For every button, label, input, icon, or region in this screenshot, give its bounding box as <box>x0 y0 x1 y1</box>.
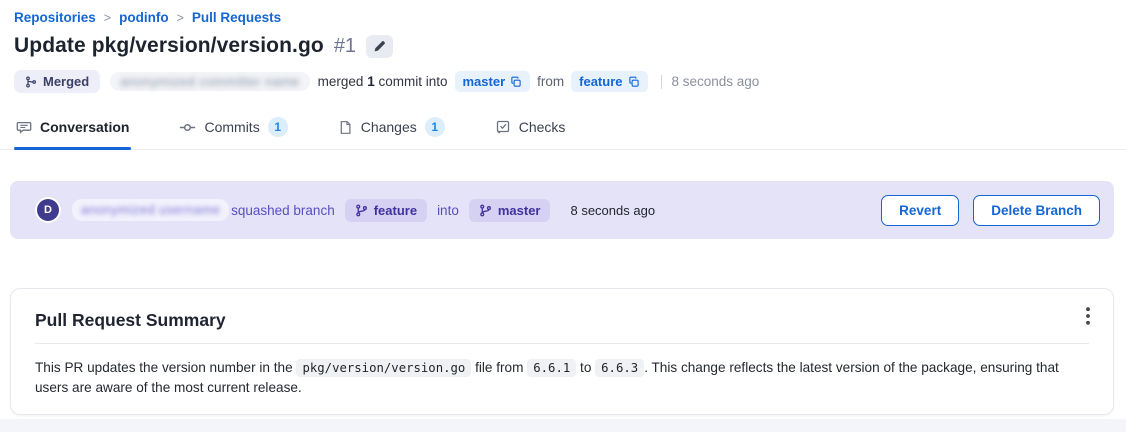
revert-button[interactable]: Revert <box>881 195 959 226</box>
card-menu-button[interactable] <box>1075 303 1101 329</box>
title-row: Update pkg/version/version.go #1 <box>14 34 1112 58</box>
git-merge-icon <box>25 76 37 88</box>
breadcrumb-repositories[interactable]: Repositories <box>14 10 96 25</box>
breadcrumb-pull-requests[interactable]: Pull Requests <box>192 10 281 25</box>
git-branch-icon <box>355 204 368 217</box>
copy-icon[interactable] <box>628 76 640 88</box>
tab-changes[interactable]: Changes 1 <box>336 110 447 149</box>
breadcrumb-separator: > <box>104 11 111 25</box>
changes-count-badge: 1 <box>425 117 445 137</box>
breadcrumb: Repositories > podinfo > Pull Requests <box>14 10 1112 25</box>
pr-meta-row: Merged anonymized committer name merged … <box>14 70 1112 93</box>
git-branch-icon <box>479 204 492 217</box>
page-header: Repositories > podinfo > Pull Requests U… <box>0 0 1126 93</box>
pr-number: #1 <box>334 35 356 58</box>
commit-count: 1 <box>367 74 375 89</box>
page-bottom-strip <box>0 419 1126 432</box>
merged-status-label: Merged <box>43 74 89 89</box>
comment-icon <box>16 119 32 135</box>
divider <box>661 75 662 89</box>
breadcrumb-podinfo[interactable]: podinfo <box>119 10 168 25</box>
checklist-icon <box>495 119 511 135</box>
banner-buttons: Revert Delete Branch <box>881 195 1100 226</box>
target-branch-label: master <box>463 74 506 89</box>
banner-target-branch-label: master <box>498 203 541 218</box>
merge-description: merged 1 commit into <box>318 74 448 89</box>
copy-icon[interactable] <box>510 76 522 88</box>
commits-count-badge: 1 <box>268 117 288 137</box>
summary-card-title: Pull Request Summary <box>35 309 1089 331</box>
merge-timestamp: 8 seconds ago <box>672 74 760 89</box>
pencil-icon <box>373 40 386 53</box>
file-icon <box>338 120 353 135</box>
banner-target-branch-chip[interactable]: master <box>469 199 551 222</box>
source-branch-label: feature <box>579 74 622 89</box>
tab-commits-label: Commits <box>204 119 259 135</box>
edit-title-button[interactable] <box>366 35 393 58</box>
breadcrumb-separator: > <box>177 11 184 25</box>
commit-icon <box>179 119 196 136</box>
pr-tab-bar: Conversation Commits 1 Changes 1 Checks <box>0 110 1126 150</box>
from-word: from <box>537 74 564 89</box>
target-branch-chip[interactable]: master <box>455 71 531 92</box>
delete-branch-button[interactable]: Delete Branch <box>973 195 1100 226</box>
tab-conversation-label: Conversation <box>40 119 129 135</box>
banner-into-word: into <box>437 203 459 218</box>
banner-user-redacted: anonymized username <box>72 199 229 221</box>
summary-body-text: This PR updates the version number in th… <box>35 358 1065 398</box>
banner-source-branch-chip[interactable]: feature <box>345 199 427 222</box>
avatar[interactable]: D <box>37 199 59 221</box>
tab-checks-label: Checks <box>519 119 566 135</box>
pr-title: Update pkg/version/version.go <box>14 34 324 58</box>
banner-source-branch-label: feature <box>374 203 417 218</box>
banner-action-text: squashed branch <box>231 203 335 218</box>
kebab-icon <box>1086 307 1090 325</box>
merged-by-user-redacted: anonymized committer name <box>110 72 309 91</box>
tab-checks[interactable]: Checks <box>493 110 568 149</box>
merge-event-banner: D anonymized username squashed branch fe… <box>10 181 1114 239</box>
banner-timestamp: 8 seconds ago <box>570 203 655 218</box>
tab-conversation[interactable]: Conversation <box>14 110 131 149</box>
merged-status-badge: Merged <box>14 70 100 93</box>
tab-changes-label: Changes <box>361 119 417 135</box>
tab-commits[interactable]: Commits 1 <box>177 110 289 149</box>
divider <box>35 343 1089 344</box>
source-branch-chip[interactable]: feature <box>571 71 647 92</box>
pr-summary-card: Pull Request Summary This PR updates the… <box>10 288 1114 415</box>
